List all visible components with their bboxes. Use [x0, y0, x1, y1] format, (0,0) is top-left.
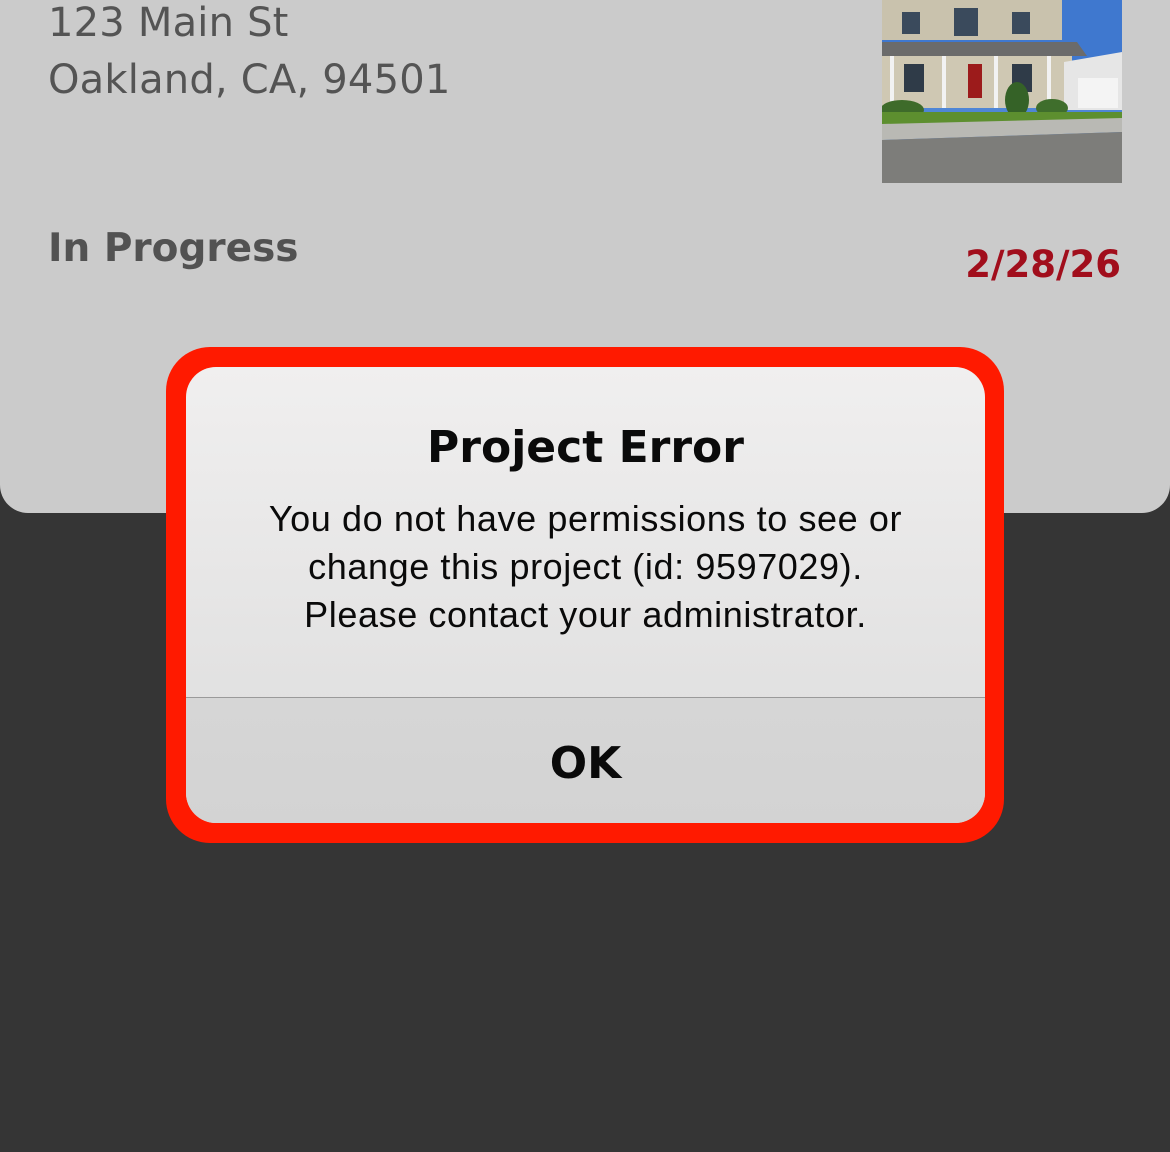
- project-due-date: 2/28/26: [965, 243, 1121, 286]
- house-photo-thumbnail: [882, 0, 1122, 183]
- ok-button-label: OK: [549, 738, 622, 789]
- alert-message-line: change this project (id: 9597029).: [308, 546, 863, 587]
- alert-message: You do not have permissions to see or ch…: [216, 495, 955, 639]
- alert-title: Project Error: [427, 422, 744, 473]
- ok-button[interactable]: OK: [186, 698, 985, 823]
- project-status: In Progress: [48, 226, 299, 271]
- alert-message-line: Please contact your administrator.: [304, 594, 867, 635]
- address-line-2: Oakland, CA, 94501: [48, 57, 451, 103]
- alert-message-line: You do not have permissions to see or: [268, 498, 903, 539]
- address-line-1: 123 Main St: [48, 0, 289, 46]
- project-error-alert: Project Error You do not have permission…: [186, 367, 985, 823]
